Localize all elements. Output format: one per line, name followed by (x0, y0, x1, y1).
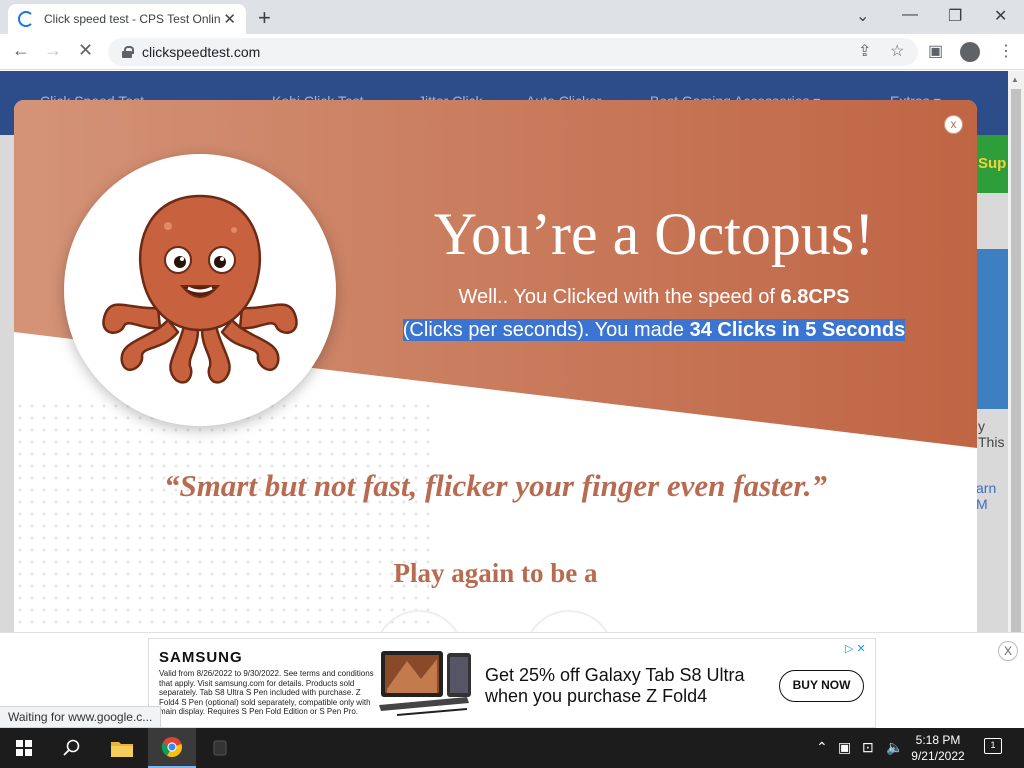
ad-brand: SAMSUNG (159, 649, 243, 666)
result-clicks-line: (Clicks per seconds). You made 34 Clicks… (389, 319, 919, 342)
adchoices-icon[interactable]: ▷ ✕ (845, 642, 866, 655)
new-tab-button[interactable]: + (258, 5, 271, 31)
buy-now-button[interactable]: BUY NOW (779, 670, 864, 702)
browser-titlebar: Click speed test - CPS Test Online ✕ + ⌄… (0, 0, 1024, 34)
back-button[interactable]: ← (12, 40, 30, 61)
tab-search-icon[interactable]: ⌄ (856, 6, 869, 26)
security-icon[interactable]: ▣ (838, 739, 851, 756)
address-bar[interactable]: clickspeedtest.com (108, 38, 918, 66)
modal-close-button[interactable]: x (944, 115, 963, 134)
clock-time: 5:18 PM (915, 733, 961, 747)
show-hidden-icons-icon[interactable]: ⌃ (816, 739, 828, 756)
file-explorer-icon[interactable] (98, 728, 146, 768)
scroll-up-icon[interactable]: ▲ (1011, 75, 1019, 84)
promo-strip[interactable]: Sup (976, 135, 1008, 193)
clock-date: 9/21/2022 (911, 749, 965, 763)
close-window-button[interactable]: ✕ (994, 6, 1007, 26)
scrollbar-thumb[interactable] (1011, 89, 1021, 659)
menu-icon[interactable]: ⋮ (998, 41, 1014, 61)
chrome-icon[interactable] (148, 728, 196, 768)
tab-close-icon[interactable]: ✕ (223, 10, 236, 28)
result-title: You’re a Octopus! (433, 201, 875, 267)
side-link[interactable]: arn M (976, 480, 1008, 512)
ad-headline: Get 25% off Galaxy Tab S8 Ultra when you… (485, 665, 745, 706)
browser-tab[interactable]: Click speed test - CPS Test Online ✕ (8, 4, 246, 34)
search-icon[interactable] (48, 728, 96, 768)
ad-close-button[interactable]: X (998, 641, 1018, 661)
system-clock[interactable]: 5:18 PM 9/21/2022 (900, 732, 976, 764)
maximize-button[interactable]: ❐ (948, 6, 962, 26)
side-image (976, 249, 1008, 409)
result-clicks-prefix: (Clicks per seconds). You made (402, 319, 690, 341)
promo-text: Sup (978, 155, 1007, 172)
minimize-button[interactable]: — (902, 6, 918, 24)
app-icon[interactable] (196, 728, 244, 768)
page-scrollbar[interactable]: ▲ ▼ (1008, 71, 1024, 727)
result-speed-prefix: Well.. You Clicked with the speed of (458, 286, 781, 308)
side-text: y This (978, 418, 1005, 450)
status-bubble: Waiting for www.google.c... (0, 706, 162, 728)
result-speed-line: Well.. You Clicked with the speed of 6.8… (389, 286, 919, 309)
side-panel-icon[interactable]: ▣ (928, 41, 943, 61)
result-quote: “Smart but not fast, flicker your finger… (163, 468, 828, 503)
result-modal: x You’re a Octopus! Well.. You Clicked w… (14, 100, 977, 640)
profile-avatar[interactable] (960, 42, 980, 62)
loading-spinner-icon (18, 11, 34, 27)
octopus-icon (102, 194, 298, 384)
url-text: clickspeedtest.com (142, 44, 261, 60)
notification-center-icon[interactable]: 1 (984, 738, 1002, 754)
forward-button[interactable]: → (44, 40, 62, 61)
samsung-ad[interactable]: SAMSUNG Valid from 8/26/2022 to 9/30/202… (148, 638, 876, 728)
clicks-value: 34 Clicks in 5 Seconds (689, 319, 906, 341)
dot-pattern (14, 400, 434, 640)
share-icon[interactable]: ⇪ (858, 41, 871, 61)
tablet-product-icon (379, 651, 471, 716)
lock-icon[interactable] (122, 46, 134, 58)
bookmark-star-icon[interactable]: ☆ (890, 41, 904, 61)
stop-loading-button[interactable]: ✕ (78, 40, 93, 61)
cps-value: 6.8CPS (780, 286, 850, 308)
windows-taskbar: ⌃ ▣ ⊡ 🔈 5:18 PM 9/21/2022 1 (0, 728, 1024, 768)
windows-start-icon[interactable] (0, 728, 48, 768)
play-again-heading: Play again to be a (393, 558, 598, 588)
ad-legal-text: Valid from 8/26/2022 to 9/30/2022. See t… (159, 669, 374, 716)
browser-toolbar: ← → ✕ clickspeedtest.com ⇪ ☆ ▣ ⋮ (0, 34, 1024, 70)
network-icon[interactable]: ⊡ (862, 739, 874, 756)
tab-title: Click speed test - CPS Test Online (44, 12, 220, 26)
